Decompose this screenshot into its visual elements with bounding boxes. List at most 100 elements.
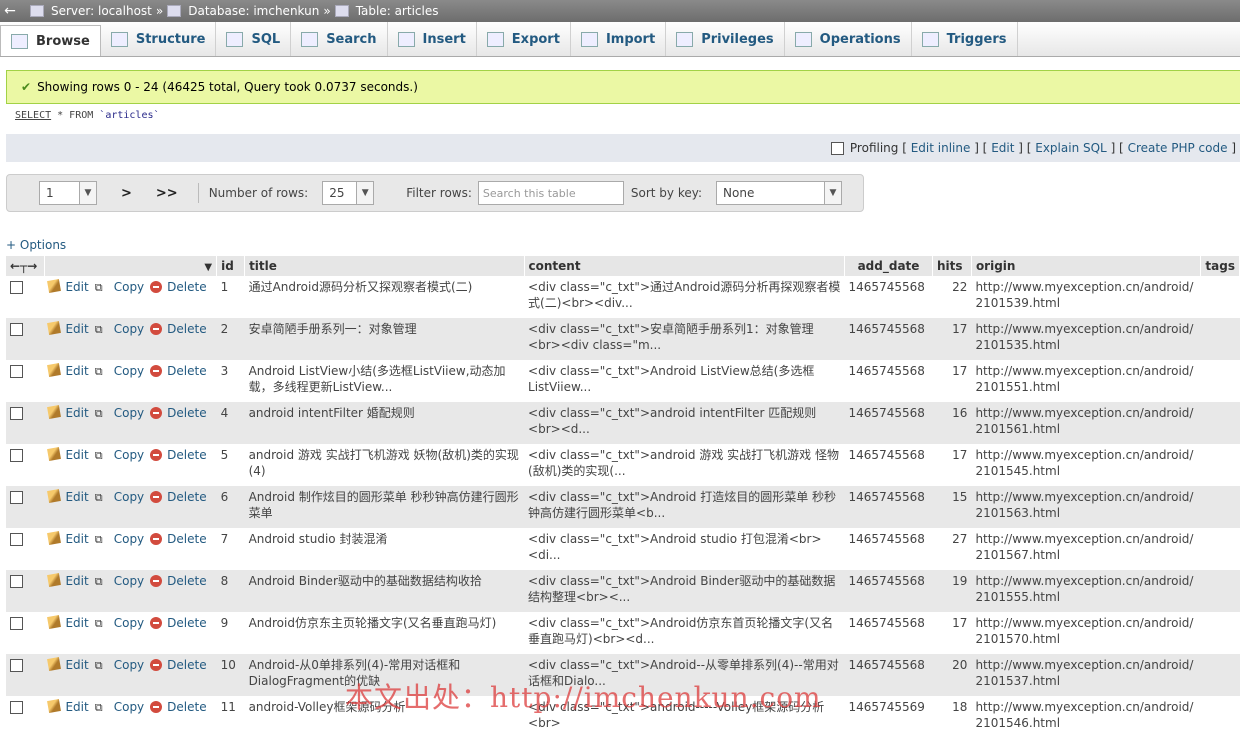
chevron-down-icon: ▼ [356,182,374,204]
back-arrow-icon[interactable]: ← [0,3,20,19]
column-header-origin[interactable]: origin [971,256,1202,276]
copy-row-button[interactable]: ⧉ Copy [95,280,144,294]
cell-add-date: 1465745568 [844,276,933,318]
delete-row-button[interactable]: Delete [150,322,207,336]
tab-search[interactable]: Search [291,22,388,56]
tab-operations[interactable]: Operations [785,22,912,56]
column-menu-header[interactable]: ▼ [44,256,218,276]
copy-row-button[interactable]: ⧉ Copy [95,616,144,630]
copy-row-button[interactable]: ⧉ Copy [95,406,144,420]
cell-id: 6 [216,486,245,528]
tab-import[interactable]: Import [571,22,667,56]
tab-export[interactable]: Export [477,22,571,56]
row-actions: Edit ⧉ Copy Delete [44,402,217,444]
database-icon [167,5,182,17]
tab-browse[interactable]: Browse [0,25,101,56]
next-page-button[interactable]: > [121,186,132,201]
profiling-checkbox[interactable] [830,141,844,155]
tab-privileges[interactable]: Privileges [666,22,785,56]
edit-row-button[interactable]: Edit [47,699,89,714]
table-row: Edit ⧉ Copy Delete 8 Android Binder驱动中的基础数据结构… [6,570,1240,612]
delete-row-button[interactable]: Delete [150,658,207,672]
cell-content: <div class="c_txt">Android ListView总结(多选… [524,360,845,402]
copy-row-button[interactable]: ⧉ Copy [95,448,144,462]
edit-label: Edit [65,322,89,336]
edit-row-button[interactable]: Edit [47,321,89,336]
delete-row-button[interactable]: Delete [150,532,207,546]
column-header-add-date[interactable]: add_date [844,256,933,276]
row-actions: Edit ⧉ Copy Delete [44,528,217,570]
tab-insert[interactable]: Insert [388,22,477,56]
cell-hits: 17 [932,444,972,486]
copy-row-button[interactable]: ⧉ Copy [95,532,144,546]
options-toggle[interactable]: + Options [6,238,66,252]
edit-link[interactable]: Edit [991,141,1014,155]
row-checkbox[interactable] [10,533,23,546]
column-header-tags[interactable]: tags [1200,256,1240,276]
copy-row-button[interactable]: ⧉ Copy [95,658,144,672]
column-header-id[interactable]: id [216,256,246,276]
delete-row-button[interactable]: Delete [150,448,207,462]
cell-title: Android仿京东主页轮播文字(又名垂直跑马灯) [244,612,525,654]
row-checkbox[interactable] [10,449,23,462]
edit-row-button[interactable]: Edit [47,279,89,294]
row-checkbox[interactable] [10,323,23,336]
edit-row-button[interactable]: Edit [47,657,89,672]
row-checkbox[interactable] [10,575,23,588]
row-checkbox[interactable] [10,281,23,294]
copy-row-button[interactable]: ⧉ Copy [95,364,144,378]
edit-row-button[interactable]: Edit [47,363,89,378]
explain-sql-link[interactable]: Explain SQL [1035,141,1107,155]
profiling-label: Profiling [849,141,899,155]
row-checkbox[interactable] [10,617,23,630]
edit-row-button[interactable]: Edit [47,405,89,420]
delete-row-button[interactable]: Delete [150,574,207,588]
copy-icon: ⧉ [94,575,103,588]
column-header-title[interactable]: title [244,256,525,276]
breadcrumb-server[interactable]: Server: localhost [51,4,152,18]
rows-select[interactable]: 25 ▼ [322,181,375,205]
delete-row-button[interactable]: Delete [150,490,207,504]
tab-triggers[interactable]: Triggers [912,22,1018,56]
sort-arrow-icon[interactable]: ▼ [204,262,212,273]
copy-row-button[interactable]: ⧉ Copy [95,322,144,336]
copy-row-button[interactable]: ⧉ Copy [95,700,144,714]
tab-sql[interactable]: SQL [216,22,292,56]
edit-row-button[interactable]: Edit [47,447,89,462]
delete-row-button[interactable]: Delete [150,700,207,714]
column-header-hits[interactable]: hits [932,256,972,276]
copy-icon: ⧉ [94,323,103,336]
delete-row-button[interactable]: Delete [150,406,207,420]
copy-row-button[interactable]: ⧉ Copy [95,490,144,504]
edit-row-button[interactable]: Edit [47,531,89,546]
column-resize-icon[interactable]: ←┬→ [10,259,37,273]
create-php-code-link[interactable]: Create PHP code [1128,141,1228,155]
tab-structure[interactable]: Structure [101,22,217,56]
delete-row-button[interactable]: Delete [150,280,207,294]
last-page-button[interactable]: >> [156,186,178,201]
column-header-content[interactable]: content [524,256,846,276]
row-checkbox[interactable] [10,659,23,672]
column-arrows-header[interactable]: ←┬→ [6,256,45,276]
edit-row-button[interactable]: Edit [47,573,89,588]
row-checkbox-cell [6,696,45,738]
sql-keyword-select[interactable]: SELECT [15,110,51,121]
page-select[interactable]: 1 ▼ [39,181,97,205]
delete-row-button[interactable]: Delete [150,616,207,630]
edit-inline-link[interactable]: Edit inline [911,141,971,155]
row-checkbox[interactable] [10,365,23,378]
edit-row-button[interactable]: Edit [47,615,89,630]
breadcrumb-database[interactable]: Database: imchenkun [188,4,319,18]
row-checkbox[interactable] [10,491,23,504]
copy-row-button[interactable]: ⧉ Copy [95,574,144,588]
edit-label: Edit [65,364,89,378]
copy-icon: ⧉ [94,365,103,378]
edit-label: Edit [65,490,89,504]
filter-rows-input[interactable]: Search this table [477,181,624,205]
breadcrumb-table[interactable]: Table: articles [356,4,439,18]
edit-row-button[interactable]: Edit [47,489,89,504]
row-checkbox[interactable] [10,701,23,714]
row-checkbox[interactable] [10,407,23,420]
sort-select[interactable]: None ▼ [716,181,843,205]
delete-row-button[interactable]: Delete [150,364,207,378]
